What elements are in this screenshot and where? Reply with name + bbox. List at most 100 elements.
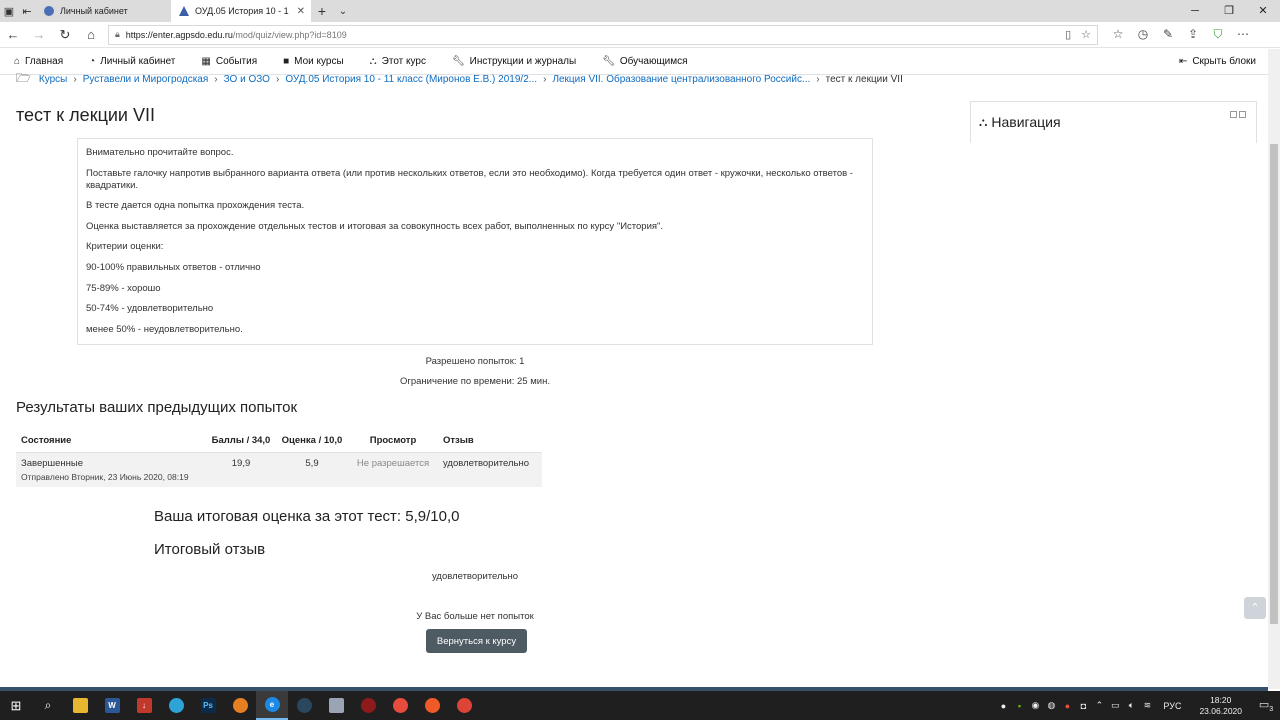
discord-tray-icon[interactable]: ◘ [1075,701,1091,711]
share-icon[interactable]: ⇪ [1185,27,1201,42]
col-header-grade: Оценка / 10,0 [276,430,348,453]
nav-item-dashboard[interactable]: ◔ Личный кабинет [89,56,175,67]
new-tab-button[interactable]: + [311,3,333,19]
home-icon[interactable]: ⌂ [78,27,104,42]
nav-item-my-courses[interactable]: ■ Мои курсы [283,56,344,67]
photoshop-icon[interactable]: Ps [192,691,224,720]
reading-view-icon[interactable]: ▯ [1065,28,1071,41]
game-app-icon[interactable] [352,691,384,720]
history-icon[interactable]: ◷ [1135,27,1151,42]
favorite-star-icon[interactable]: ☆ [1081,28,1091,41]
shield-extension-icon[interactable]: ⛉ [1210,27,1226,42]
page-scrollbar[interactable] [1268,49,1280,689]
clock[interactable]: 18:20 23.06.2020 [1199,695,1242,717]
more-icon[interactable]: ⋯ [1235,27,1251,42]
notification-count: 3 [1269,706,1274,714]
tab-close-icon[interactable]: ✕ [297,6,305,17]
results-heading: Результаты ваших предыдущих попыток [16,399,298,416]
download-app-icon[interactable]: ↓ [128,691,160,720]
shield-app-icon[interactable] [224,691,256,720]
chat-app-icon[interactable] [160,691,192,720]
nvidia-tray-icon[interactable]: ▪ [1011,701,1027,711]
windows-start-icon[interactable]: ⊞ [0,698,32,714]
system-tray: ● ▪ ◉ ◍ ● ◘ ⌃ ▭ 🔈︎ ≋ РУС 18:20 23.06.202… [995,691,1280,720]
breadcrumb-link[interactable]: ОУД.05 История 10 - 11 класс (Миронов Е.… [285,74,537,85]
browser-tab-bar: ▣ ⇤ Личный кабинет ОУД.05 История 10 - 1… [0,0,1280,22]
file-explorer-icon[interactable] [64,691,96,720]
pen-icon[interactable]: ✎ [1160,27,1176,42]
network-icon[interactable]: ▭ [1107,700,1123,711]
nav-item-this-course[interactable]: ⛬ Этот курс [370,56,426,67]
record-tray-icon[interactable]: ● [1059,701,1075,711]
time-limit: Ограничение по времени: 25 мин. [400,376,550,387]
swirl-app-icon[interactable] [384,691,416,720]
final-feedback-heading: Итоговый отзыв [154,541,266,558]
table-row: Завершенные Отправлено Вторник, 23 Июнь … [16,452,542,487]
breadcrumb-link[interactable]: Лекция VII. Образование централизованног… [552,74,810,85]
back-icon[interactable]: ← [0,27,26,42]
discord-icon[interactable] [320,691,352,720]
dashboard-icon: ◔ [89,56,96,67]
tab-list-chevron-icon[interactable]: ⌄ [333,6,353,17]
refresh-icon[interactable]: ↻ [52,27,78,43]
address-bar[interactable]: 🔒︎ https://enter.agpsdo.edu.ru/mod/quiz/… [108,24,1098,45]
navigation-block: ⛬ Навигация [970,101,1257,143]
no-more-attempts: У Вас больше нет попыток [416,611,534,622]
url-path: /mod/quiz/view.php?id=8109 [232,29,347,40]
breadcrumb-link[interactable]: Руставели и Мирогродская [83,74,209,85]
page-favicon-icon [44,6,54,16]
back-to-course-button[interactable]: Вернуться к курсу [426,629,527,653]
wifi-icon[interactable]: ≋ [1139,700,1155,711]
volume-icon[interactable]: 🔈︎ [1123,700,1139,711]
favorites-icon[interactable]: ☆ [1110,27,1126,42]
dock-block-icon[interactable] [1230,111,1237,118]
edge-browser-icon[interactable]: e [256,691,288,720]
expand-icon: ⇤ [1178,56,1188,67]
chrome-tray-icon[interactable]: ● [995,701,1011,711]
notifications-icon[interactable]: ▭3 [1252,698,1280,713]
steam-tray-icon[interactable]: ◍ [1043,700,1059,711]
collapse-block-icon[interactable] [1239,111,1246,118]
nav-item-instructions[interactable]: 🔧︎ Инструкции и журналы [452,56,576,67]
intro-paragraph: Внимательно прочитайте вопрос. [86,147,234,158]
language-indicator[interactable]: РУС [1163,701,1181,711]
close-icon[interactable]: ✕ [1246,0,1280,22]
gamepad-tray-icon[interactable]: ◉ [1027,700,1043,711]
search-icon[interactable]: ⌕ [32,691,64,720]
nav-item-events[interactable]: ▦ События [201,56,257,67]
cell-state: Завершенные Отправлено Вторник, 23 Июнь … [16,452,206,487]
sitemap-icon: ⛬ [369,56,377,67]
tab-actions-icon[interactable]: ▣ [0,0,18,22]
chevron-up-icon[interactable]: ⌃ [1091,700,1107,711]
breadcrumb-link[interactable]: Курсы [39,74,67,85]
intro-paragraph: Критерии оценки: [86,241,164,253]
brave-app-icon[interactable] [416,691,448,720]
set-aside-tabs-icon[interactable]: ⇤ [18,0,36,22]
intro-paragraph: менее 50% - неудовлетворительно. [86,323,243,335]
restore-icon[interactable]: ❐ [1212,0,1246,22]
wrench-icon: 🔧︎ [451,56,465,67]
chevron-right-icon: › [275,73,280,85]
folder-icon[interactable]: 🗁︎ [16,73,31,85]
hide-blocks-button[interactable]: ⇤ Скрыть блоки [1179,56,1256,67]
intro-paragraph: В тесте дается одна попытка прохождения … [86,200,305,212]
nav-item-students[interactable]: 🔧︎ Обучающимся [602,56,687,67]
attempts-allowed: Разрешено попыток: 1 [425,356,525,367]
scrollbar-thumb[interactable] [1270,144,1278,624]
intro-paragraph: Оценка выставляется за прохождение отдел… [86,220,664,232]
steam-icon[interactable] [288,691,320,720]
back-to-top-button[interactable]: ⌃ [1244,597,1266,619]
minimize-icon[interactable]: ─ [1178,0,1212,22]
courses-icon: ■ [283,56,290,67]
word-icon[interactable]: W [96,691,128,720]
window-controls: ─ ❐ ✕ [1178,0,1280,22]
forward-icon[interactable]: → [26,27,52,42]
browser-tab-active[interactable]: ОУД.05 История 10 - 1 ✕ [171,0,311,22]
breadcrumb-link[interactable]: ЗО и ОЗО [224,74,270,85]
browser-tab[interactable]: Личный кабинет [36,0,171,22]
page-title: тест к лекции VII [16,105,155,125]
hide-blocks-label: Скрыть блоки [1192,56,1256,67]
nav-item-home[interactable]: ⌂ Главная [14,56,63,67]
chrome-icon[interactable] [448,691,480,720]
browser-toolbar: ← → ↻ ⌂ 🔒︎ https://enter.agpsdo.edu.ru/m… [0,22,1280,48]
